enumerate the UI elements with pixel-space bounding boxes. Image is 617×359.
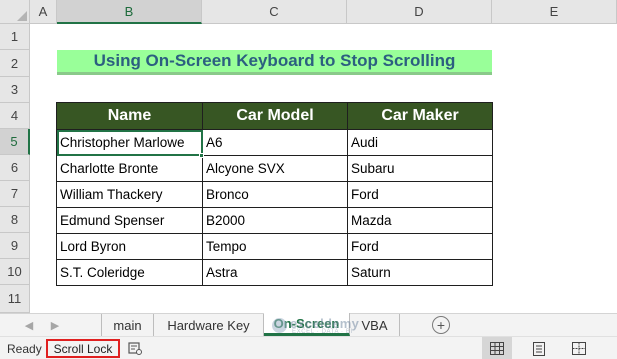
- header-cell-car-model[interactable]: Car Model: [202, 102, 348, 130]
- row-header-2[interactable]: 2: [0, 50, 30, 77]
- table-cell[interactable]: Edmund Spenser: [56, 207, 203, 234]
- table-cell[interactable]: Charlotte Bronte: [56, 155, 203, 182]
- header-cell-name[interactable]: Name: [56, 102, 203, 130]
- row-header-9[interactable]: 9: [0, 233, 30, 259]
- worksheet-grid[interactable]: A B C D E 1 2 3 4 5 6 7 8 9 10 11 Using …: [0, 0, 617, 313]
- column-header-d[interactable]: D: [347, 0, 492, 24]
- row-header-11[interactable]: 11: [0, 285, 30, 313]
- select-all-button[interactable]: [0, 0, 30, 24]
- row-header-6[interactable]: 6: [0, 155, 30, 181]
- column-header-b[interactable]: B: [57, 0, 202, 24]
- table-cell[interactable]: William Thackery: [56, 181, 203, 208]
- normal-view-button[interactable]: [482, 337, 512, 359]
- table-row: S.T. Coleridge Astra Saturn: [56, 259, 493, 286]
- page-break-preview-button[interactable]: [564, 337, 594, 359]
- status-ready: Ready: [7, 342, 42, 356]
- row-header-8[interactable]: 8: [0, 207, 30, 233]
- table-row: Edmund Spenser B2000 Mazda: [56, 207, 493, 234]
- row-header-4[interactable]: 4: [0, 103, 30, 129]
- table-cell[interactable]: B2000: [202, 207, 348, 234]
- table-row: Christopher Marlowe A6 Audi: [56, 129, 493, 156]
- tab-on-screen[interactable]: On-Screen: [264, 313, 350, 336]
- row-header-1[interactable]: 1: [0, 24, 30, 50]
- car-table: Name Car Model Car Maker Christopher Mar…: [56, 102, 493, 286]
- table-header-row: Name Car Model Car Maker: [56, 102, 493, 130]
- table-cell[interactable]: Saturn: [347, 259, 493, 286]
- column-header-c[interactable]: C: [202, 0, 347, 24]
- row-header-7[interactable]: 7: [0, 181, 30, 207]
- page-layout-icon: [533, 341, 545, 356]
- table-cell[interactable]: Bronco: [202, 181, 348, 208]
- table-cell[interactable]: Tempo: [202, 233, 348, 260]
- fill-handle[interactable]: [199, 153, 204, 158]
- table-cell[interactable]: Subaru: [347, 155, 493, 182]
- sheet-title: Using On-Screen Keyboard to Stop Scrolli…: [93, 51, 456, 70]
- page-layout-button[interactable]: [524, 337, 554, 359]
- column-header-e[interactable]: E: [492, 0, 617, 24]
- table-cell-active[interactable]: Christopher Marlowe: [56, 129, 203, 156]
- table-cell[interactable]: Audi: [347, 129, 493, 156]
- table-cell[interactable]: Astra: [202, 259, 348, 286]
- arrow-right-icon[interactable]: ▶: [48, 318, 62, 332]
- table-row: William Thackery Bronco Ford: [56, 181, 493, 208]
- sheet-tab-bar: ◀ ▶ main Hardware Key On-Screen VBA exce…: [0, 313, 617, 336]
- table-row: Charlotte Bronte Alcyone SVX Subaru: [56, 155, 493, 182]
- arrow-left-icon[interactable]: ◀: [22, 318, 36, 332]
- table-cell[interactable]: Ford: [347, 181, 493, 208]
- table-cell[interactable]: A6: [202, 129, 348, 156]
- table-cell[interactable]: S.T. Coleridge: [56, 259, 203, 286]
- tab-vba[interactable]: VBA: [350, 314, 400, 336]
- scroll-lock-indicator: Scroll Lock: [46, 339, 120, 358]
- table-cell[interactable]: Alcyone SVX: [202, 155, 348, 182]
- page-break-preview-icon: [572, 342, 586, 355]
- tab-hardware-key[interactable]: Hardware Key: [154, 314, 264, 336]
- table-cell[interactable]: Ford: [347, 233, 493, 260]
- plus-circle-icon[interactable]: +: [432, 316, 450, 334]
- title-cell[interactable]: Using On-Screen Keyboard to Stop Scrolli…: [57, 50, 492, 75]
- row-header-5[interactable]: 5: [0, 129, 30, 155]
- normal-view-icon: [490, 342, 504, 355]
- tab-main[interactable]: main: [101, 314, 154, 336]
- column-header-a[interactable]: A: [30, 0, 57, 24]
- table-cell[interactable]: Lord Byron: [56, 233, 203, 260]
- header-cell-car-maker[interactable]: Car Maker: [347, 102, 493, 130]
- table-cell[interactable]: Mazda: [347, 207, 493, 234]
- table-row: Lord Byron Tempo Ford: [56, 233, 493, 260]
- accessibility-icon[interactable]: [128, 341, 142, 355]
- row-header-3[interactable]: 3: [0, 77, 30, 103]
- status-bar: Ready Scroll Lock: [0, 336, 617, 359]
- row-header-10[interactable]: 10: [0, 259, 30, 285]
